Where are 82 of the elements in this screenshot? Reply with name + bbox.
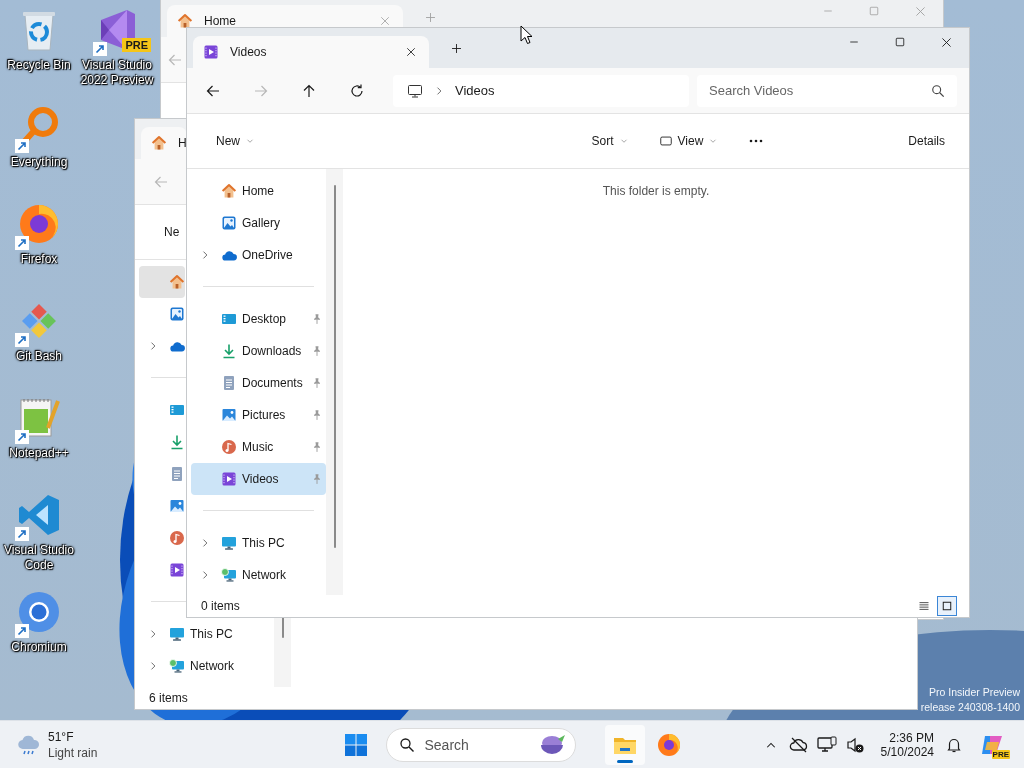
sidebar-item[interactable]: Gallery xyxy=(191,207,326,239)
close-icon xyxy=(405,46,417,58)
os-watermark-text: Pro Insider Preview xyxy=(928,685,1020,700)
home-icon xyxy=(151,135,167,151)
tab[interactable]: H xyxy=(141,127,187,159)
home-icon xyxy=(169,274,185,290)
close-icon xyxy=(939,35,953,49)
image-icon xyxy=(221,407,237,423)
view-icon xyxy=(658,134,673,148)
preview-tag: PRE xyxy=(122,38,151,52)
video-icon xyxy=(203,44,219,60)
item-count: 6 items xyxy=(149,691,188,705)
empty-folder-message: This folder is empty. xyxy=(602,184,710,198)
music-note-icon xyxy=(169,530,185,546)
gallery-icon xyxy=(169,306,185,322)
item-count: 0 items xyxy=(201,599,240,613)
bell-icon xyxy=(946,736,962,753)
gallery-icon xyxy=(221,215,237,231)
search-icon xyxy=(931,83,945,98)
scrollbar[interactable] xyxy=(326,169,343,595)
sidebar-item[interactable]: Documents xyxy=(191,367,326,399)
music-note-icon xyxy=(221,439,237,455)
desktop-icon xyxy=(169,402,185,418)
maximize-icon xyxy=(894,36,906,48)
document-icon xyxy=(169,466,185,482)
desktop-shortcut[interactable]: PRE Visual Studio 2022 Preview xyxy=(79,6,155,94)
list-view-icon xyxy=(918,600,930,612)
network-icon xyxy=(169,658,185,674)
document-icon xyxy=(221,375,237,391)
address-bar[interactable]: Videos xyxy=(393,74,689,107)
tab[interactable]: Videos xyxy=(193,36,429,68)
search-icon xyxy=(398,736,415,753)
plus-icon xyxy=(449,41,463,55)
os-watermark-text: release 240308-1400 xyxy=(920,700,1020,715)
download-icon xyxy=(169,434,185,450)
sidebar-item[interactable]: Network xyxy=(191,559,326,591)
computer-icon xyxy=(169,626,185,642)
desktop-icon xyxy=(221,311,237,327)
home-icon xyxy=(177,13,193,29)
speaker-muted-icon xyxy=(845,735,864,754)
new-button[interactable]: New xyxy=(208,125,263,157)
assistant-button[interactable]: PRE xyxy=(974,724,1010,765)
view-mode-button[interactable] xyxy=(937,596,957,616)
sidebar-item[interactable]: Videos xyxy=(191,463,326,495)
maximize-icon xyxy=(868,5,880,17)
sidebar-item[interactable]: Desktop xyxy=(191,303,326,335)
plus-icon xyxy=(423,10,437,24)
home-icon xyxy=(221,183,237,199)
sidebar-item[interactable]: Downloads xyxy=(191,335,326,367)
preview-tag: PRE xyxy=(991,749,1010,759)
scrollbar[interactable] xyxy=(274,617,291,687)
network-icon xyxy=(221,567,237,583)
sidebar-item[interactable]: This PC xyxy=(191,527,326,559)
sidebar-item[interactable]: Pictures xyxy=(191,399,326,431)
image-icon xyxy=(169,498,185,514)
monitor-icon xyxy=(816,735,837,754)
close-icon xyxy=(379,15,391,27)
cloud-off-icon xyxy=(788,736,809,753)
weather-text: Light rain xyxy=(48,744,98,761)
sort-button[interactable]: Sort xyxy=(583,125,637,157)
breadcrumb[interactable]: Videos xyxy=(455,83,495,98)
clock[interactable]: 2:36 PM 5/10/2024 xyxy=(874,724,940,765)
video-icon xyxy=(221,471,237,487)
details-button[interactable]: Details xyxy=(900,125,953,157)
search-field[interactable]: Search xyxy=(385,727,576,762)
sidebar-item[interactable]: Home xyxy=(191,175,326,207)
temperature-text: 51°F xyxy=(48,728,75,745)
sidebar-item[interactable]: Network xyxy=(139,650,274,682)
four-squares-icon xyxy=(344,733,367,756)
tile-view-icon xyxy=(941,600,953,612)
video-icon xyxy=(169,562,185,578)
taskbar-app-button[interactable] xyxy=(604,724,645,765)
sidebar-item[interactable]: Music xyxy=(191,431,326,463)
download-icon xyxy=(221,343,237,359)
sidebar-item[interactable]: OneDrive xyxy=(191,239,326,271)
view-button[interactable]: View xyxy=(650,125,727,157)
computer-icon xyxy=(221,535,237,551)
search-field[interactable]: Search Videos xyxy=(697,74,957,107)
monitor-icon xyxy=(407,82,423,99)
sidebar-item[interactable]: This PC xyxy=(139,618,274,650)
close-icon xyxy=(913,4,927,18)
new-button[interactable]: Ne xyxy=(156,216,188,248)
